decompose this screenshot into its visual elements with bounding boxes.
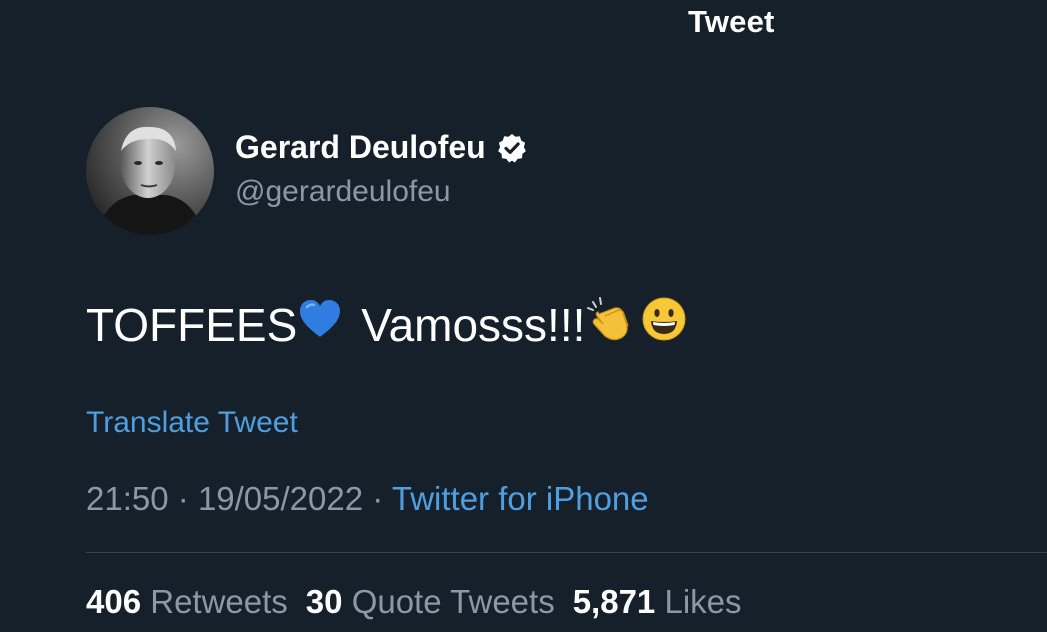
likes-count: 5,871 [572,583,656,620]
likes-label: Likes [664,583,742,620]
blue-heart-icon [297,297,343,352]
author-name-text: Gerard Deulofeu [235,129,486,165]
meta-separator: · [177,480,189,517]
tweet-text-part2: Vamosss!!! [361,298,586,351]
tweet-meta: 21:50 · 19/05/2022 · Twitter for iPhone [86,480,649,518]
page-title: Tweet [688,4,775,39]
tweet-text-part1: TOFFEES [86,298,298,351]
avatar[interactable] [86,107,214,235]
tweet-time[interactable]: 21:50 [86,480,169,517]
divider [86,552,1047,553]
retweets-label: Retweets [150,583,288,620]
translate-tweet-link[interactable]: Translate Tweet [86,406,298,440]
quote-tweets-count: 30 [305,583,343,620]
likes-stat[interactable]: 5,871 Likes [573,583,742,621]
grinning-face-icon [641,296,687,353]
quote-tweets-stat[interactable]: 30 Quote Tweets [306,583,555,621]
author-handle[interactable]: @gerardeulofeu [235,175,451,209]
clapping-hands-icon [585,294,635,355]
avatar-photo [86,107,214,235]
author-display-name[interactable]: Gerard Deulofeu [235,129,528,166]
verified-badge-icon [496,132,528,164]
tweet-date[interactable]: 19/05/2022 [198,480,363,517]
tweet-source-link[interactable]: Twitter for iPhone [392,480,649,517]
retweets-stat[interactable]: 406 Retweets [86,583,288,621]
meta-separator: · [372,480,384,517]
quote-tweets-label: Quote Tweets [351,583,555,620]
tweet-stats: 406 Retweets 30 Quote Tweets 5,871 Likes [86,583,742,621]
retweets-count: 406 [86,583,142,620]
tweet-text: TOFFEES Vamosss!!! [86,294,687,355]
